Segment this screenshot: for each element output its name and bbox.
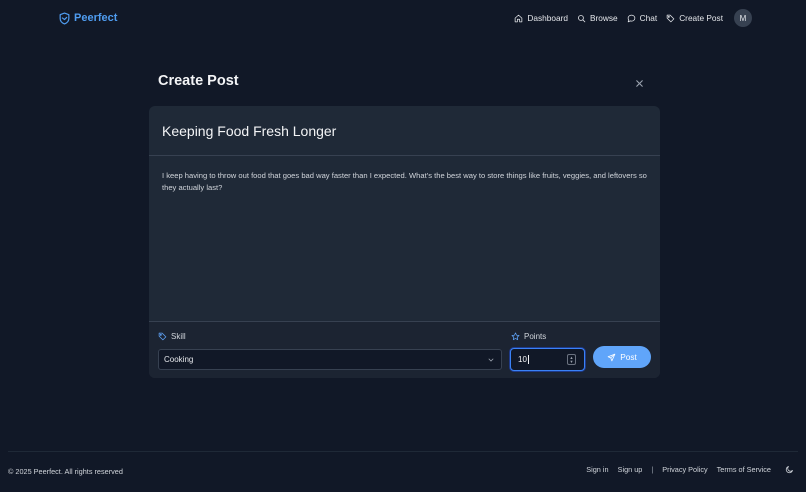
footer-privacy-policy[interactable]: Privacy Policy xyxy=(662,465,707,474)
footer-sign-in[interactable]: Sign in xyxy=(586,465,608,474)
page-title: Create Post xyxy=(158,73,239,89)
close-button[interactable] xyxy=(634,76,645,87)
points-stepper[interactable]: ▲ ▼ xyxy=(567,354,576,365)
points-input[interactable]: 10 ▲ ▼ xyxy=(510,348,585,371)
skill-select[interactable]: Cooking xyxy=(158,349,502,370)
nav-create-post-label: Create Post xyxy=(679,13,723,23)
nav-browse-label: Browse xyxy=(589,13,618,23)
shield-logo-icon xyxy=(59,11,70,25)
top-navbar: Peerfect Dashboard Browse Chat Create Po… xyxy=(0,0,806,36)
brand-name: Peerfect xyxy=(74,12,118,24)
user-avatar[interactable]: M xyxy=(734,9,752,27)
moon-icon[interactable] xyxy=(785,465,794,474)
text-caret xyxy=(527,355,529,364)
post-button-label: Post xyxy=(620,352,637,362)
chevron-down-icon xyxy=(488,358,494,362)
site-footer: © 2025 Peerfect. All rights reserved Sig… xyxy=(8,451,798,492)
nav-chat-label: Chat xyxy=(639,13,658,23)
brand-logo[interactable]: Peerfect xyxy=(58,11,117,25)
send-icon xyxy=(607,353,616,361)
create-post-card: Keeping Food Fresh Longer I keep having … xyxy=(149,106,660,378)
skill-label-text: Skill xyxy=(171,332,186,341)
post-button[interactable]: Post xyxy=(593,346,651,368)
skill-label: Skill xyxy=(158,332,186,341)
nav-dashboard-label: Dashboard xyxy=(527,13,568,23)
stepper-down-icon[interactable]: ▼ xyxy=(570,359,574,364)
footer-sign-up[interactable]: Sign up xyxy=(618,465,643,474)
home-icon xyxy=(515,14,523,22)
search-icon xyxy=(578,14,586,22)
nav-chat[interactable]: Chat xyxy=(627,13,658,23)
points-input-value: 10 xyxy=(518,355,527,364)
nav-dashboard[interactable]: Dashboard xyxy=(514,13,568,23)
skill-select-value: Cooking xyxy=(164,355,194,364)
footer-terms-of-service[interactable]: Terms of Service xyxy=(717,465,771,474)
footer-separator: | xyxy=(651,465,654,474)
points-label: Points xyxy=(511,332,546,341)
post-body-textarea[interactable]: I keep having to throw out food that goe… xyxy=(149,157,660,321)
post-options-bar: Skill Cooking Points 10 ▲ ▼ Post xyxy=(149,321,660,378)
main-nav: Dashboard Browse Chat Create Post M xyxy=(514,8,752,28)
footer-links: Sign in Sign up | Privacy Policy Terms o… xyxy=(586,465,794,474)
close-icon xyxy=(636,80,643,87)
star-icon xyxy=(511,332,520,341)
post-title-input[interactable]: Keeping Food Fresh Longer xyxy=(149,106,660,156)
copyright-text: © 2025 Peerfect. All rights reserved xyxy=(8,467,123,476)
chat-icon xyxy=(627,14,635,22)
tag-icon xyxy=(666,14,675,22)
tag-icon xyxy=(158,332,167,341)
points-label-text: Points xyxy=(524,332,547,341)
nav-create-post[interactable]: Create Post xyxy=(666,13,723,23)
nav-browse[interactable]: Browse xyxy=(577,13,618,23)
